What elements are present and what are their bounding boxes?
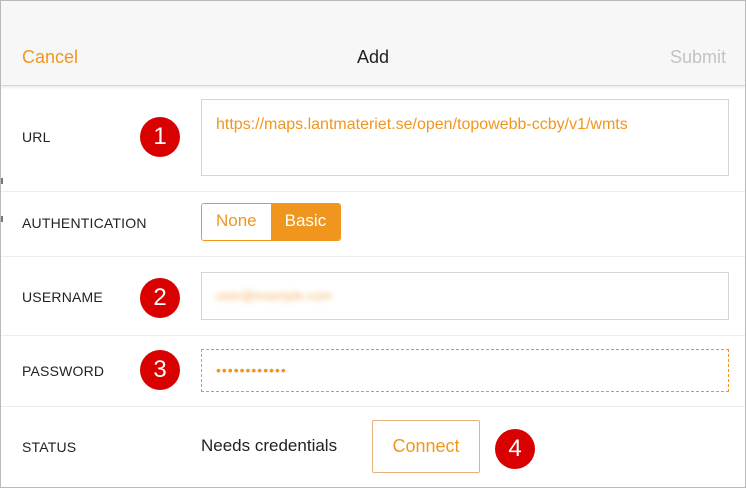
status-text: Needs credentials xyxy=(201,436,338,455)
add-dialog: Cancel Add Submit URL https://maps.lantm… xyxy=(0,0,746,488)
username-label: USERNAME xyxy=(22,289,103,305)
authentication-toggle[interactable]: None Basic xyxy=(201,203,342,241)
divider xyxy=(1,191,745,192)
dialog-header: Cancel Add Submit xyxy=(1,1,745,86)
callout-badge-1: 1 xyxy=(140,117,180,157)
callout-badge-4: 4 xyxy=(495,429,535,469)
divider xyxy=(1,335,745,336)
url-label: URL xyxy=(22,129,51,145)
connect-button[interactable]: Connect xyxy=(372,420,480,473)
username-input[interactable]: user@example.com xyxy=(201,272,729,320)
password-label: PASSWORD xyxy=(22,363,105,379)
dialog-title: Add xyxy=(356,47,390,67)
authentication-label: AUTHENTICATION xyxy=(22,215,147,231)
edge-mark xyxy=(1,178,3,184)
password-input[interactable]: •••••••••••• xyxy=(201,349,729,392)
callout-badge-3: 3 xyxy=(140,350,180,390)
edge-mark xyxy=(1,216,3,222)
divider xyxy=(1,256,745,257)
divider xyxy=(1,406,745,407)
submit-button[interactable]: Submit xyxy=(670,47,726,68)
callout-badge-2: 2 xyxy=(140,278,180,318)
status-label: STATUS xyxy=(22,439,77,455)
url-input[interactable]: https://maps.lantmateriet.se/open/topowe… xyxy=(201,99,729,176)
url-value: https://maps.lantmateriet.se/open/topowe… xyxy=(216,116,628,133)
password-value: •••••••••••• xyxy=(216,362,287,378)
auth-option-none[interactable]: None xyxy=(202,204,271,240)
username-value: user@example.com xyxy=(216,288,332,303)
auth-option-basic[interactable]: Basic xyxy=(270,204,341,240)
